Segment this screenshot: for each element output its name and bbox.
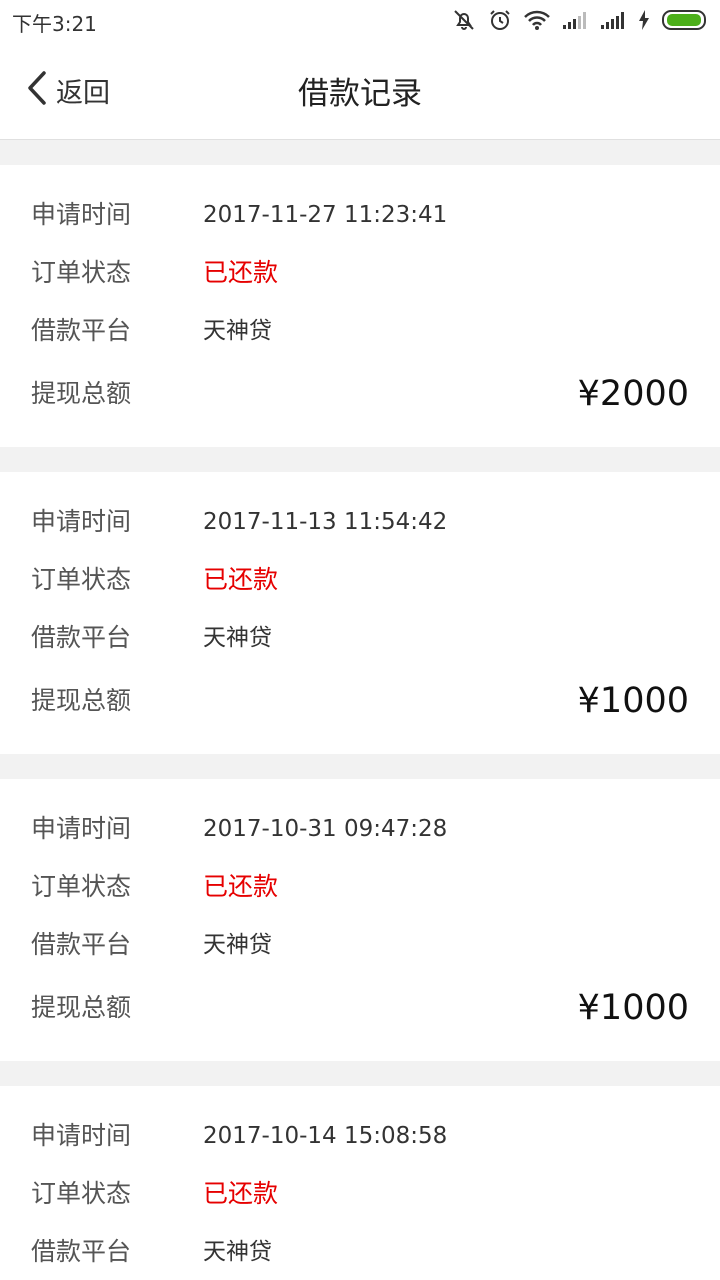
status-bar: 下午3:21 <box>0 0 720 40</box>
order-status-value: 已还款 <box>203 258 279 287</box>
platform-value: 天神贷 <box>203 625 272 651</box>
signal-icon <box>562 10 588 30</box>
order-status-value: 已还款 <box>203 872 279 901</box>
total-amount: ¥1000 <box>577 681 689 721</box>
order-status-row: 订单状态 已还款 <box>0 253 720 293</box>
platform-row: 借款平台 天神贷 <box>0 618 720 658</box>
total-amount: ¥1000 <box>577 988 689 1028</box>
apply-time-row: 申请时间 2017-11-27 11:23:41 <box>0 195 720 235</box>
loan-record-card[interactable]: 申请时间 2017-10-31 09:47:28 订单状态 已还款 借款平台 天… <box>0 779 720 1061</box>
platform-label: 借款平台 <box>31 316 132 345</box>
nav-bar: 返回 借款记录 <box>0 40 720 140</box>
order-status-label: 订单状态 <box>31 565 132 594</box>
battery-icon <box>662 9 710 31</box>
order-status-value: 已还款 <box>203 1179 279 1208</box>
platform-label: 借款平台 <box>31 930 132 959</box>
platform-value: 天神贷 <box>203 1239 272 1265</box>
total-label: 提现总额 <box>31 379 132 408</box>
page-title: 借款记录 <box>298 76 422 112</box>
total-label: 提现总额 <box>31 993 132 1022</box>
loan-record-card[interactable]: 申请时间 2017-11-27 11:23:41 订单状态 已还款 借款平台 天… <box>0 165 720 447</box>
apply-time-label: 申请时间 <box>31 814 132 843</box>
total-label: 提现总额 <box>31 686 132 715</box>
platform-label: 借款平台 <box>31 623 132 652</box>
alarm-icon <box>488 8 512 32</box>
apply-time-row: 申请时间 2017-11-13 11:54:42 <box>0 502 720 542</box>
platform-row: 借款平台 天神贷 <box>0 1232 720 1272</box>
order-status-row: 订单状态 已还款 <box>0 867 720 907</box>
signal-icon <box>600 10 626 30</box>
total-row: 提现总额 ¥2000 <box>0 374 720 414</box>
apply-time-label: 申请时间 <box>31 1121 132 1150</box>
platform-label: 借款平台 <box>31 1237 132 1266</box>
apply-time-value: 2017-11-27 11:23:41 <box>203 202 448 228</box>
platform-row: 借款平台 天神贷 <box>0 311 720 351</box>
order-status-row: 订单状态 已还款 <box>0 1174 720 1214</box>
total-row: 提现总额 ¥1000 <box>0 681 720 721</box>
wifi-icon <box>524 9 550 31</box>
apply-time-row: 申请时间 2017-10-14 15:08:58 <box>0 1116 720 1156</box>
order-status-value: 已还款 <box>203 565 279 594</box>
loan-record-card[interactable]: 申请时间 2017-11-13 11:54:42 订单状态 已还款 借款平台 天… <box>0 472 720 754</box>
status-icons <box>452 6 710 34</box>
apply-time-value: 2017-10-31 09:47:28 <box>203 816 448 842</box>
order-status-label: 订单状态 <box>31 258 132 287</box>
total-amount: ¥2000 <box>577 374 689 414</box>
apply-time-value: 2017-10-14 15:08:58 <box>203 1123 448 1149</box>
total-row: 提现总额 ¥1000 <box>0 988 720 1028</box>
order-status-row: 订单状态 已还款 <box>0 560 720 600</box>
apply-time-label: 申请时间 <box>31 200 132 229</box>
order-status-label: 订单状态 <box>31 872 132 901</box>
charging-icon <box>638 9 650 31</box>
order-status-label: 订单状态 <box>31 1179 132 1208</box>
platform-value: 天神贷 <box>203 932 272 958</box>
apply-time-value: 2017-11-13 11:54:42 <box>203 509 448 535</box>
platform-value: 天神贷 <box>203 318 272 344</box>
status-time: 下午3:21 <box>12 12 97 36</box>
loan-record-card[interactable]: 申请时间 2017-10-14 15:08:58 订单状态 已还款 借款平台 天… <box>0 1086 720 1280</box>
apply-time-label: 申请时间 <box>31 507 132 536</box>
apply-time-row: 申请时间 2017-10-31 09:47:28 <box>0 809 720 849</box>
platform-row: 借款平台 天神贷 <box>0 925 720 965</box>
silent-icon <box>452 8 476 32</box>
